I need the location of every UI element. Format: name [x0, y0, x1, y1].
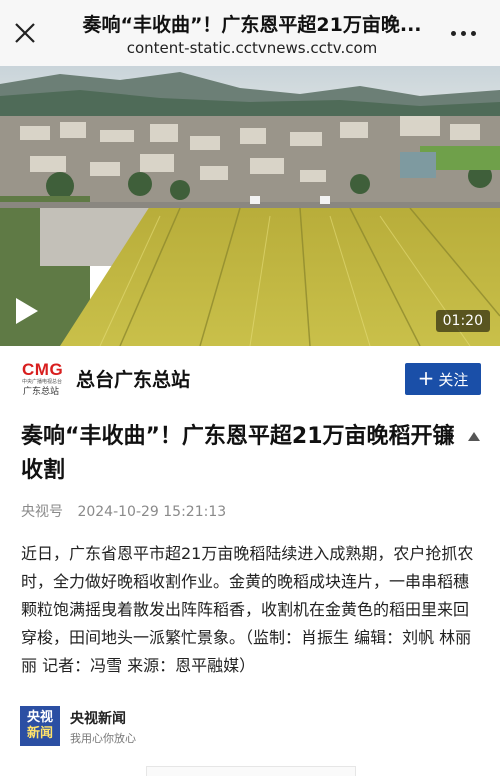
- collapse-caret-icon[interactable]: [468, 432, 480, 441]
- video-thumbnail: [0, 66, 500, 346]
- account-name[interactable]: 总台广东总站: [76, 365, 190, 392]
- cctv-logo-line1: 央视: [26, 710, 53, 725]
- article-source: 央视号: [21, 504, 63, 520]
- cctv-logo-line2: 新闻: [26, 726, 53, 741]
- cctv-news-logo[interactable]: 央视 新闻: [20, 706, 60, 746]
- video-duration: 01:20: [435, 310, 490, 332]
- page-title: 奏响“丰收曲”！广东恩平超21万亩晚...: [82, 14, 422, 36]
- top-bar: 奏响“丰收曲”！广东恩平超21万亩晚... content-static.cct…: [0, 0, 500, 66]
- more-dots-icon[interactable]: [451, 31, 476, 36]
- video-player[interactable]: 01:20: [0, 66, 500, 346]
- cmg-logo[interactable]: CMG 中央广播电视总台 广东总站: [22, 360, 66, 397]
- plus-icon: +: [417, 366, 435, 390]
- article-headline: 奏响“丰收曲”！广东恩平超21万亩晚稻开镰收割: [21, 424, 455, 483]
- footer-account-name[interactable]: 央视新闻: [70, 708, 126, 728]
- follow-label: 关注: [438, 370, 469, 389]
- page-url: content-static.cctvnews.cctv.com: [126, 39, 378, 57]
- account-row: CMG 中央广播电视总台 广东总站 总台广东总站 + 关注: [0, 346, 500, 410]
- cmg-logo-sub: 广东总站: [23, 387, 60, 397]
- article-datetime: 2024-10-29 15:21:13: [77, 504, 227, 520]
- play-icon[interactable]: [14, 296, 40, 326]
- article-meta: 央视号 2024-10-29 15:21:13: [21, 501, 226, 521]
- article-body: 近日，广东省恩平市超21万亩晚稻陆续进入成熟期，农户抢抓农时，全力做好晚稻收割作…: [21, 544, 474, 675]
- close-icon[interactable]: [14, 22, 36, 44]
- footer-slogan: 我用心你放心: [70, 732, 136, 745]
- follow-button[interactable]: + 关注: [405, 363, 481, 395]
- cmg-logo-text: CMG: [22, 360, 64, 379]
